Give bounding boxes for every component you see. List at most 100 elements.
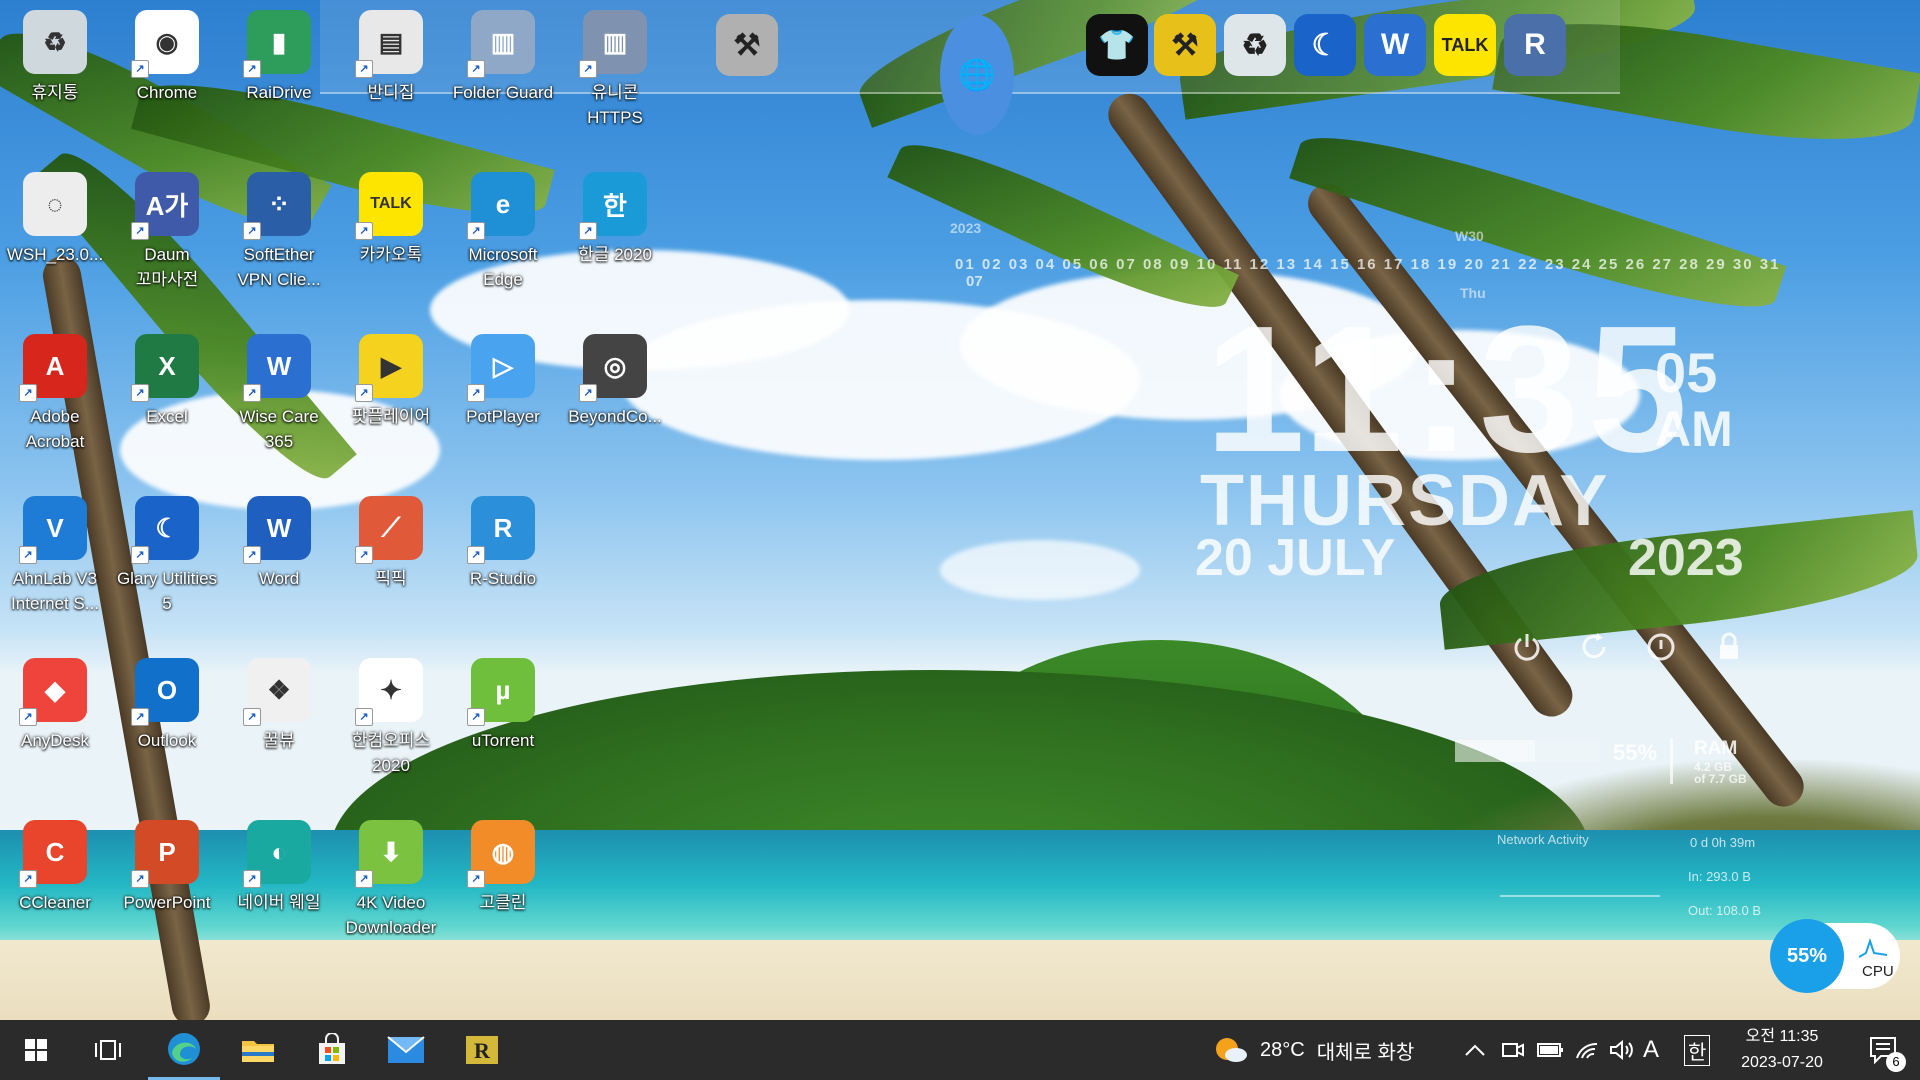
bandizip-icon: ▤ ↗	[355, 10, 423, 78]
tray-battery[interactable]	[1536, 1020, 1564, 1080]
wise-care-icon: W ↗	[243, 334, 311, 402]
desktop-icon-goclean[interactable]: ◍ ↗ 고클린	[448, 820, 558, 915]
start-button[interactable]	[0, 1020, 72, 1080]
acrobat-icon: A ↗	[19, 334, 87, 402]
shutdown-icon[interactable]	[1508, 628, 1546, 666]
tshirt-icon[interactable]: 👕	[1080, 8, 1154, 82]
desktop-icon-label: 카카오톡	[359, 245, 423, 264]
tshirt-icon-glyph: 👕	[1086, 14, 1148, 76]
desktop-icon-utorrent[interactable]: µ ↗ uTorrent	[448, 658, 558, 753]
desktop-icon-anydesk[interactable]: ◆ ↗ AnyDesk	[0, 658, 110, 753]
beach-sand	[0, 940, 1920, 1020]
globe-rocket-icon-glyph: 🌐	[940, 15, 1014, 135]
tray-network[interactable]	[1574, 1020, 1600, 1080]
desktop-icon-hangul[interactable]: 한 ↗ 한글 2020	[560, 172, 670, 267]
desktop-icon-glary-utilities[interactable]: ☾ ↗ Glary Utilities 5	[112, 496, 222, 616]
tray-meet-now[interactable]	[1500, 1020, 1526, 1080]
recycle-bin-dock-icon[interactable]: ♻	[1218, 8, 1292, 82]
sleep-icon[interactable]	[1642, 628, 1680, 666]
desktop-icon-powerpoint[interactable]: P ↗ PowerPoint	[112, 820, 222, 915]
desktop-icon-softether-vpn[interactable]: ⁘ ↗ SoftEther VPN Clie...	[224, 172, 334, 292]
cpu-label: CPU	[1862, 963, 1894, 980]
taskbar-clock[interactable]: 오전 11:35 2023-07-20	[1722, 1020, 1842, 1080]
desktop-icon-label: CCleaner	[19, 893, 91, 912]
desktop-icon-picpick[interactable]: ⟋ ↗ 픽픽	[336, 496, 446, 591]
tray-volume[interactable]	[1608, 1020, 1636, 1080]
taskbar-rdt-button[interactable]: R	[446, 1020, 518, 1080]
ram-total: of 7.7 GB	[1694, 772, 1747, 786]
desktop-icon-naver-whale[interactable]: ◐ ↗ 네이버 웨일	[224, 820, 334, 915]
registry-dock-icon[interactable]: R	[1498, 8, 1572, 82]
desktop-icon-label: 반디집	[367, 83, 415, 102]
r-studio-icon: R ↗	[467, 496, 535, 564]
clock-ampm: AM	[1655, 401, 1733, 457]
desktop-icon-hancom-office[interactable]: ✦ ↗ 한컴오피스 2020	[336, 658, 446, 778]
shortcut-arrow-icon: ↗	[131, 384, 149, 402]
desktop-icon-r-studio[interactable]: R ↗ R-Studio	[448, 496, 558, 591]
desktop-icon-chrome[interactable]: ◉ ↗ Chrome	[112, 10, 222, 105]
desktop-icon-installer-disc[interactable]: ◌ WSH_23.0...	[0, 172, 110, 267]
ime-mode-label: 한	[1684, 1034, 1711, 1066]
desktop-icon-raidrive[interactable]: ▮ ↗ RaiDrive	[224, 10, 334, 105]
network-in-value: In: 293.0 B	[1688, 869, 1751, 884]
desktop-icon-excel[interactable]: X ↗ Excel	[112, 334, 222, 429]
shortcut-arrow-icon: ↗	[467, 708, 485, 726]
desktop-icon-label: Microsoft Edge	[468, 245, 538, 289]
desktop-icon-folder-guard[interactable]: ▥ ↗ Folder Guard	[448, 10, 558, 105]
tools-icon[interactable]: ⚒	[710, 8, 784, 82]
kakaotalk-dock-icon[interactable]: TALK	[1428, 8, 1502, 82]
desktop-icon-potplayer[interactable]: ▷ ↗ PotPlayer	[448, 334, 558, 429]
taskbar-explorer-button[interactable]	[222, 1020, 294, 1080]
potplayer-yellow-icon: ▶ ↗	[355, 334, 423, 402]
shortcut-arrow-icon: ↗	[355, 708, 373, 726]
notification-center-button[interactable]: 6	[1856, 1020, 1912, 1080]
taskbar-mail-button[interactable]	[370, 1020, 442, 1080]
desktop-icon-potplayer-yellow[interactable]: ▶ ↗ 팟플레이어	[336, 334, 446, 429]
wifi-icon	[1576, 1042, 1598, 1059]
ime-mode-indicator[interactable]: 한	[1684, 1020, 1711, 1080]
desktop-icon-label: Folder Guard	[452, 83, 554, 102]
glary-dock-icon[interactable]: ☾	[1288, 8, 1362, 82]
shortcut-arrow-icon: ↗	[355, 384, 373, 402]
desktop-icon-acrobat[interactable]: A ↗ Adobe Acrobat	[0, 334, 110, 454]
recycle-bin-icon: ♻	[23, 10, 87, 74]
desktop-icon-label: SoftEther VPN Clie...	[237, 245, 321, 289]
taskbar-edge-button[interactable]	[148, 1020, 220, 1080]
desktop-icon-ahnlab-v3[interactable]: V ↗ AhnLab V3 Internet S...	[0, 496, 110, 616]
desktop-icon-daum-dictionary[interactable]: A가 ↗ Daum 꼬마사전	[112, 172, 222, 292]
wise-dock-icon[interactable]: W	[1358, 8, 1432, 82]
partly-sunny-icon	[1216, 1038, 1247, 1062]
desktop-icon-edge[interactable]: e ↗ Microsoft Edge	[448, 172, 558, 292]
shortcut-arrow-icon: ↗	[243, 60, 261, 78]
desktop-icon-ccleaner[interactable]: C ↗ CCleaner	[0, 820, 110, 915]
shortcut-arrow-icon: ↗	[243, 870, 261, 888]
weather-condition: 대체로 화창	[1316, 1041, 1415, 1064]
show-hidden-icons-button[interactable]	[1464, 1020, 1486, 1080]
ccleaner-icon: C ↗	[19, 820, 87, 888]
globe-rocket-icon[interactable]: 🌐	[940, 8, 1014, 135]
desktop-icon-wise-care[interactable]: W ↗ Wise Care 365	[224, 334, 334, 454]
desktop-icon-outlook[interactable]: O ↗ Outlook	[112, 658, 222, 753]
windows-icon	[25, 1039, 47, 1061]
task-view-button[interactable]	[72, 1020, 144, 1080]
desktop-icon-recycle-bin[interactable]: ♻ 휴지통	[0, 10, 110, 105]
desktop-icon-unicorn-https[interactable]: ▥ ↗ 유니콘 HTTPS	[560, 10, 670, 130]
cpu-widget[interactable]: 55% CPU	[1770, 919, 1900, 993]
shortcut-arrow-icon: ↗	[243, 546, 261, 564]
taskbar-store-button[interactable]	[296, 1020, 368, 1080]
lock-icon[interactable]	[1710, 628, 1748, 666]
desktop-icon-4k-video-downloader[interactable]: ⬇ ↗ 4K Video Downloader	[336, 820, 446, 940]
desktop-icon-honeyview[interactable]: ❖ ↗ 꿀뷰	[224, 658, 334, 753]
ime-language-indicator[interactable]: A	[1643, 1020, 1659, 1080]
ahnlab-v3-icon: V ↗	[19, 496, 87, 564]
restart-icon[interactable]	[1575, 628, 1613, 666]
desktop-icon-kakaotalk[interactable]: TALK ↗ 카카오톡	[336, 172, 446, 267]
goclean-icon: ◍ ↗	[467, 820, 535, 888]
hammer-icon[interactable]: ⚒	[1148, 8, 1222, 82]
desktop-icon-bandizip[interactable]: ▤ ↗ 반디집	[336, 10, 446, 105]
desktop-icon-label: Word	[258, 569, 300, 588]
weather-widget[interactable]: 28°C 대체로 화창	[1212, 1020, 1414, 1080]
desktop-icon-beyond-compare[interactable]: ◎ ↗ BeyondCo...	[560, 334, 670, 429]
network-out-value: Out: 108.0 B	[1688, 903, 1761, 918]
desktop-icon-word[interactable]: W ↗ Word	[224, 496, 334, 591]
